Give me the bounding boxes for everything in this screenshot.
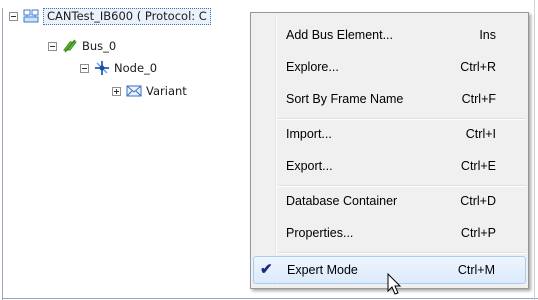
collapse-toggle-root[interactable] (9, 11, 18, 21)
menu-item-label: Expert Mode (287, 263, 358, 277)
menu-item-database-container[interactable]: Database Container Ctrl+D (253, 188, 526, 216)
menu-item-shortcut: Ctrl+M (457, 263, 495, 277)
tree-node-bus-label[interactable]: Bus_0 (82, 39, 116, 53)
panel-border-bottom (2, 298, 538, 299)
menu-separator (278, 252, 526, 254)
tree-node-node[interactable]: Node_0 (80, 59, 157, 77)
node-icon (95, 61, 109, 75)
panel-border-left (2, 8, 3, 300)
menu-item-label: Sort By Frame Name (286, 92, 404, 106)
menu-item-export[interactable]: Export... Ctrl+E (253, 153, 526, 181)
mouse-cursor-icon (387, 273, 402, 295)
menu-item-properties[interactable]: Properties... Ctrl+P (253, 220, 526, 248)
expand-toggle-variant[interactable] (112, 86, 121, 96)
menu-item-shortcut: Ctrl+I (465, 127, 496, 141)
menu-item-explore[interactable]: Explore... Ctrl+R (253, 54, 526, 82)
menu-item-shortcut: Ins (479, 28, 496, 42)
tree-node-root-label[interactable]: CANTest_IB600 ( Protocol: C (43, 7, 211, 25)
menu-item-label: Explore... (286, 60, 339, 74)
tree-node-variant-label[interactable]: Variant (146, 84, 187, 98)
menu-separator (278, 185, 526, 187)
menu-separator (278, 118, 526, 120)
menu-item-label: Add Bus Element... (286, 28, 394, 42)
menu-item-add-bus-element[interactable]: Add Bus Element... Ins (253, 22, 526, 50)
database-icon (23, 9, 39, 23)
tree-node-bus[interactable]: Bus_0 (48, 37, 116, 55)
panel-border-right (534, 0, 535, 300)
menu-item-import[interactable]: Import... Ctrl+I (253, 121, 526, 149)
envelope-icon (126, 85, 142, 97)
context-menu: Add Bus Element... Ins Explore... Ctrl+R… (250, 12, 529, 289)
menu-item-shortcut: Ctrl+P (460, 226, 496, 240)
collapse-toggle-node[interactable] (80, 63, 89, 73)
menu-item-sort-by-frame-name[interactable]: Sort By Frame Name Ctrl+F (253, 86, 526, 114)
menu-item-shortcut: Ctrl+E (460, 159, 496, 173)
tree-node-node-label[interactable]: Node_0 (114, 61, 157, 75)
menu-item-shortcut: Ctrl+D (460, 194, 496, 208)
menu-item-shortcut: Ctrl+R (460, 60, 496, 74)
bus-icon (63, 39, 77, 53)
menu-item-label: Export... (286, 159, 333, 173)
checkmark-icon: ✔ (260, 261, 273, 278)
menu-item-shortcut: Ctrl+F (461, 92, 496, 106)
menu-item-label: Properties... (286, 226, 354, 240)
menu-item-label: Database Container (286, 194, 398, 208)
tree-node-variant[interactable]: Variant (112, 82, 187, 100)
collapse-toggle-bus[interactable] (48, 41, 57, 51)
menu-item-label: Import... (286, 127, 332, 141)
tree-panel: CANTest_IB600 ( Protocol: C Bus_0 Node_0… (0, 0, 538, 300)
tree-node-root[interactable]: CANTest_IB600 ( Protocol: C (9, 7, 211, 25)
